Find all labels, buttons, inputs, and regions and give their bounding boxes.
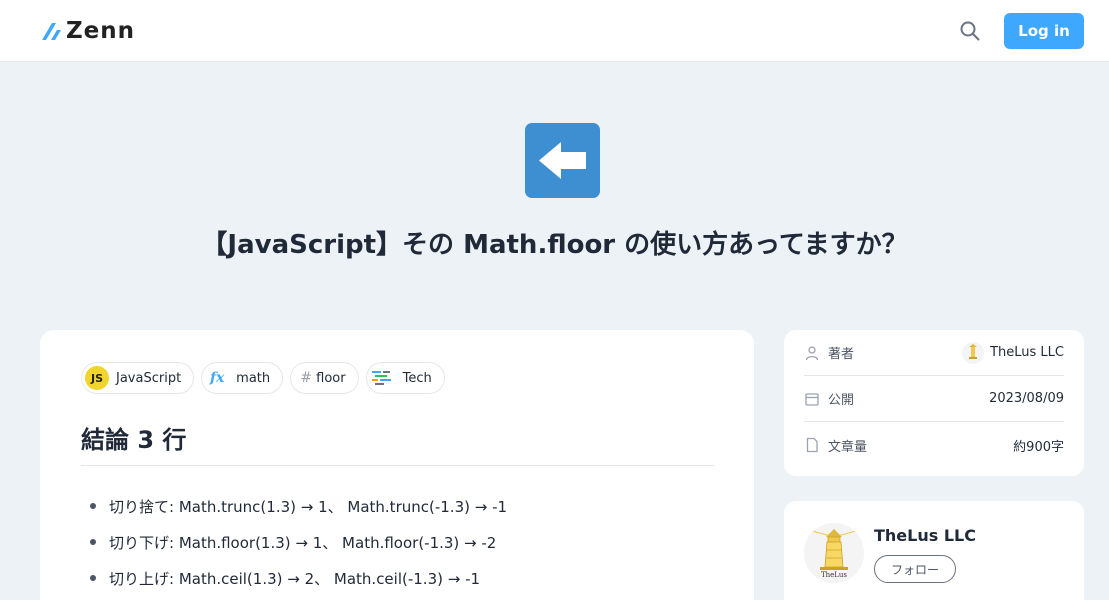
summary-list: 切り捨て: Math.trunc(1.3) → 1、 Math.trunc(-1…	[90, 488, 507, 596]
topic-javascript[interactable]: JS JavaScript	[81, 362, 195, 394]
author-name[interactable]: TheLus LLC	[874, 526, 976, 545]
bullet-icon	[90, 539, 96, 545]
hash-icon: #	[300, 370, 312, 386]
tech-icon	[370, 366, 396, 390]
topic-math[interactable]: fx math	[201, 362, 284, 394]
topic-label: floor	[316, 370, 346, 386]
list-item: 切り下げ: Math.floor(1.3) → 1、 Math.floor(-1…	[90, 524, 507, 560]
author-link[interactable]: TheLus LLC	[962, 341, 1064, 364]
list-item: 切り上げ: Math.ceil(1.3) → 2、 Math.ceil(-1.3…	[90, 560, 507, 596]
article-body-card: JS JavaScript fx math # floor Tech 結論 3 …	[40, 330, 754, 600]
list-item: 切り捨て: Math.trunc(1.3) → 1、 Math.trunc(-1…	[90, 488, 507, 524]
list-item-text: 切り下げ: Math.floor(1.3) → 1、 Math.floor(-1…	[109, 533, 497, 552]
author-avatar[interactable]: TheLus	[804, 523, 864, 583]
list-item-text: 切り捨て: Math.trunc(1.3) → 1、 Math.trunc(-1…	[109, 497, 508, 516]
article-title: 【JavaScript】その Math.floor の使い方あってますか？	[201, 230, 908, 260]
javascript-icon: JS	[85, 366, 109, 390]
arrow-left-icon	[539, 142, 586, 179]
section-heading: 結論 3 行	[81, 420, 714, 466]
topic-floor[interactable]: # floor	[290, 362, 359, 394]
topic-list: JS JavaScript fx math # floor Tech	[81, 362, 445, 394]
user-icon	[805, 345, 819, 360]
fx-icon: fx	[209, 370, 225, 386]
list-item-text: 切り上げ: Math.ceil(1.3) → 2、 Math.ceil(-1.3…	[109, 569, 481, 588]
topic-label: JavaScript	[116, 370, 182, 386]
zenn-logo[interactable]: Zenn	[40, 18, 135, 44]
article-length: 約900字	[1013, 439, 1064, 455]
article-info-card: 著者 TheLus LLC 公開 2023/08/09 文章量 約900字	[784, 330, 1084, 476]
author-avatar-small	[962, 341, 985, 364]
bullet-icon	[90, 575, 96, 581]
author-name-small: TheLus LLC	[990, 345, 1064, 360]
info-label: 文章量	[828, 439, 868, 455]
topic-tech[interactable]: Tech	[365, 362, 445, 394]
search-button[interactable]	[958, 19, 982, 43]
article-emoji	[525, 123, 600, 198]
topic-label: Tech	[402, 370, 432, 386]
info-label: 著者	[828, 347, 855, 362]
avatar-caption: TheLus	[820, 571, 848, 579]
site-header: Zenn Log in	[0, 0, 1109, 62]
info-row-published: 公開 2023/08/09	[804, 376, 1064, 422]
info-row-author: 著者 TheLus LLC	[804, 330, 1064, 376]
published-date: 2023/08/09	[989, 391, 1064, 406]
zenn-logo-icon	[42, 23, 61, 40]
info-row-length: 文章量 約900字	[804, 422, 1064, 468]
calendar-icon	[805, 392, 819, 406]
bullet-icon	[90, 503, 96, 509]
topic-label: math	[236, 370, 271, 386]
author-card: TheLus TheLus LLC フォロー	[784, 501, 1084, 600]
logo-text: Zenn	[66, 18, 136, 44]
document-icon	[806, 437, 818, 453]
info-label: 公開	[828, 393, 855, 408]
search-icon	[960, 21, 980, 41]
login-button[interactable]: Log in	[1004, 13, 1084, 49]
follow-button[interactable]: フォロー	[874, 555, 956, 583]
